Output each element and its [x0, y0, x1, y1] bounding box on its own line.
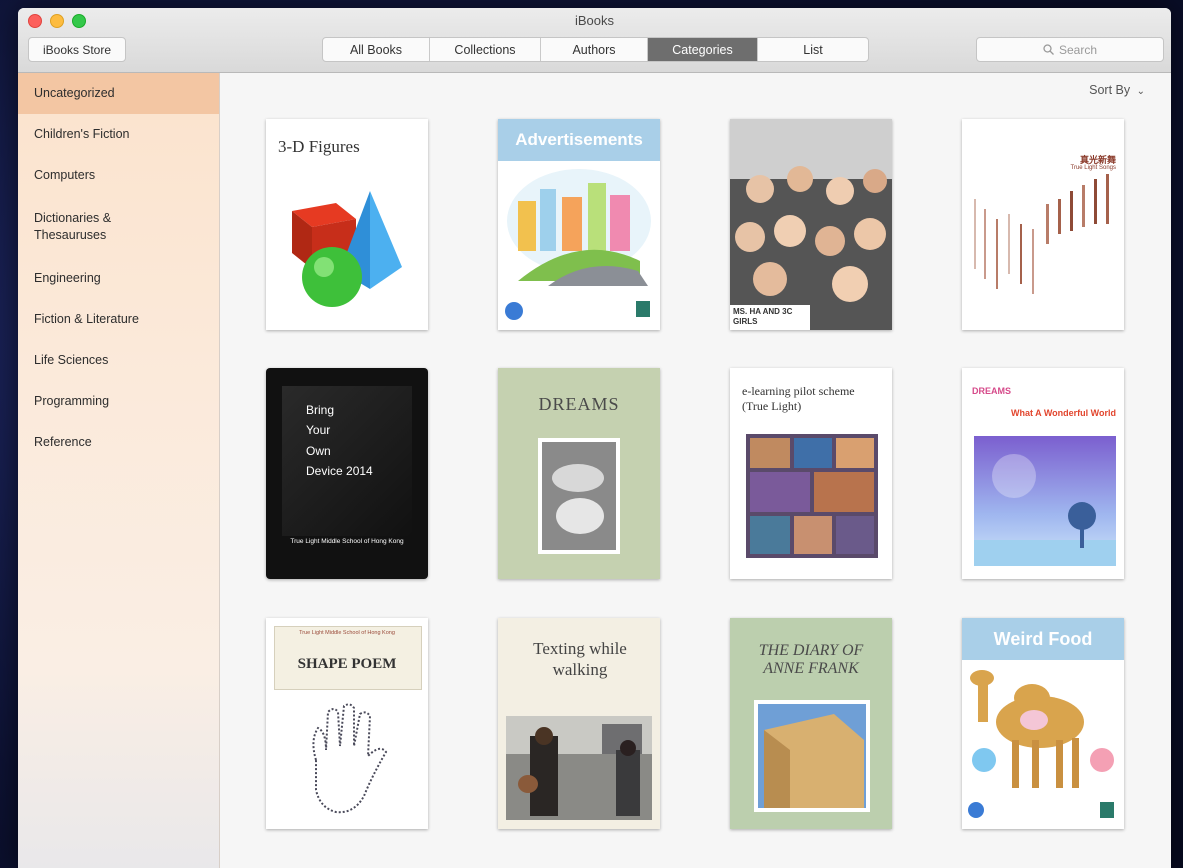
tree-illustration — [974, 436, 1116, 566]
tab-list[interactable]: List — [758, 38, 868, 61]
book-cover-dreams-wonderful-world[interactable]: DREAMS What A Wonderful World — [962, 368, 1124, 579]
toolbar: iBooks iBooks Store All Books Collection… — [18, 8, 1171, 73]
collage-photo — [746, 434, 878, 558]
book-title-line: Own — [306, 443, 331, 458]
sidebar-item-label: Dictionaries & Thesauruses — [34, 211, 112, 242]
sidebar-item-uncategorized[interactable]: Uncategorized — [18, 73, 219, 114]
book-title: MS. HA AND 3C GIRLS — [733, 307, 793, 326]
street-photo — [506, 716, 652, 820]
book-subtitle: What A Wonderful World — [1011, 408, 1116, 418]
book-cover-advertisements[interactable]: Advertisements — [498, 119, 660, 330]
window-title: iBooks — [574, 13, 615, 28]
book-cover-byod[interactable]: Bring Your Own Device 2014 True Light Mi… — [266, 368, 428, 579]
book-cover-dreams-photo[interactable]: DREAMS — [498, 368, 660, 579]
group-photo — [730, 119, 892, 330]
sidebar-item-dictionaries[interactable]: Dictionaries & Thesauruses — [18, 196, 219, 258]
book-title: SHAPE POEM — [297, 656, 397, 672]
book-title-line: Bring — [306, 403, 335, 417]
book-grid: Sort By ⌄ 3-D Figures Advertisements MS.… — [220, 73, 1171, 868]
book-title: THE DIARY OF ANNE FRANK — [758, 642, 864, 677]
book-cover-class-photo[interactable]: MS. HA AND 3C GIRLS — [730, 119, 892, 330]
tab-collections[interactable]: Collections — [430, 38, 541, 61]
bw-photo — [538, 438, 620, 554]
book-title: Advertisements — [498, 119, 660, 161]
book-cover-true-light-songs[interactable]: 真光新舞 True Light Songs — [962, 119, 1124, 330]
tab-authors[interactable]: Authors — [541, 38, 648, 61]
category-sidebar: Uncategorized Children's Fiction Compute… — [18, 73, 220, 868]
book-title: DREAMS — [972, 386, 1012, 396]
book-title-line: Device 2014 — [306, 464, 373, 479]
book-title: e-learning pilot scheme (True Light) — [742, 384, 855, 413]
ibooks-store-button[interactable]: iBooks Store — [28, 37, 126, 62]
city-illustration — [505, 169, 651, 320]
book-cover-elearning[interactable]: e-learning pilot scheme (True Light) — [730, 368, 892, 579]
book-title-block: Bring Your Own Device 2014 — [306, 400, 373, 482]
book-title: DREAMS — [538, 394, 620, 414]
chevron-down-icon: ⌄ — [1136, 86, 1145, 97]
book-cover-weird-food[interactable]: Weird Food — [962, 618, 1124, 829]
shapes-illustration — [292, 191, 402, 307]
search-icon — [1043, 44, 1054, 55]
tab-categories[interactable]: Categories — [648, 38, 758, 61]
sidebar-item-programming[interactable]: Programming — [18, 381, 219, 422]
sidebar-item-life-sciences[interactable]: Life Sciences — [18, 340, 219, 381]
sidebar-item-engineering[interactable]: Engineering — [18, 258, 219, 299]
book-subtitle: True Light Middle School of Hong Kong — [299, 630, 395, 636]
tab-all-books[interactable]: All Books — [323, 38, 430, 61]
camel-illustration — [968, 670, 1114, 818]
search-placeholder: Search — [1058, 42, 1098, 57]
sort-by-menu[interactable]: Sort By ⌄ — [1089, 83, 1145, 97]
sort-by-label: Sort By — [1089, 83, 1131, 97]
sidebar-item-childrens-fiction[interactable]: Children's Fiction — [18, 114, 219, 155]
book-subtitle: True Light Middle School of Hong Kong — [290, 538, 404, 545]
book-title-line: Your — [306, 423, 331, 438]
sidebar-item-computers[interactable]: Computers — [18, 155, 219, 196]
ibooks-window: iBooks iBooks Store All Books Collection… — [18, 8, 1171, 868]
book-cover-shape-poem[interactable]: True Light Middle School of Hong Kong SH… — [266, 618, 428, 829]
book-cover-diary-of-anne-frank[interactable]: THE DIARY OF ANNE FRANK — [730, 618, 892, 829]
book-cover-3d-figures[interactable]: 3-D Figures — [266, 119, 428, 330]
building-photo — [754, 700, 870, 812]
book-title: Texting while walking — [533, 639, 627, 680]
book-title: Weird Food — [962, 618, 1124, 660]
piano-key-illustration — [974, 174, 1109, 294]
sidebar-item-fiction-literature[interactable]: Fiction & Literature — [18, 299, 219, 340]
view-segmented-control: All Books Collections Authors Categories… — [322, 37, 869, 62]
sidebar-item-reference[interactable]: Reference — [18, 422, 219, 463]
book-cover-texting-while-walking[interactable]: Texting while walking — [498, 618, 660, 829]
hand-outline-illustration — [312, 703, 388, 814]
search-field[interactable]: Search — [976, 37, 1164, 62]
